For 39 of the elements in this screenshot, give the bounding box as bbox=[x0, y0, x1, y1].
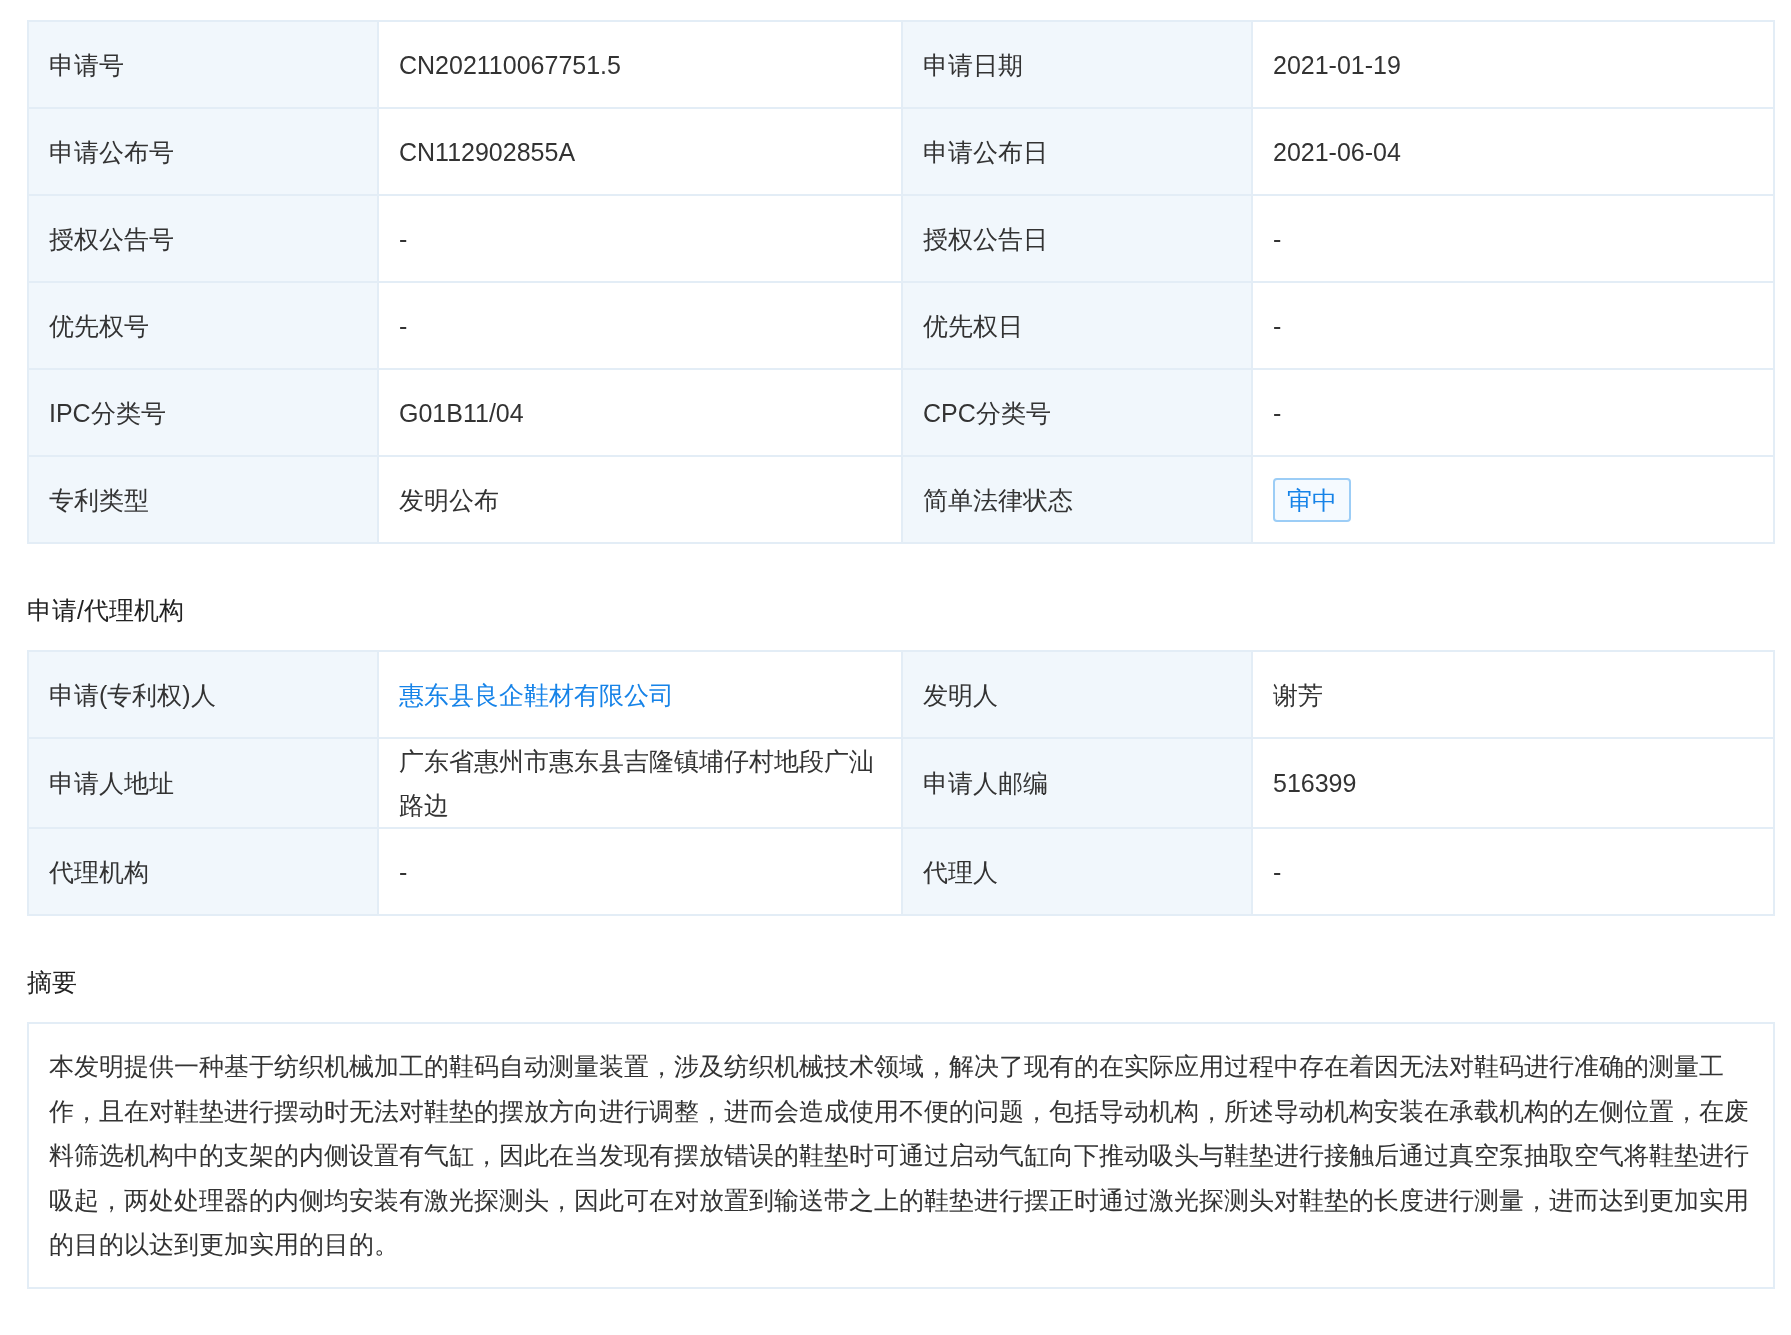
field-value: - bbox=[399, 310, 408, 342]
section-heading: 摘要 bbox=[27, 967, 78, 998]
field-value: - bbox=[1273, 223, 1282, 255]
field-label: 申请公布日 bbox=[903, 109, 1253, 196]
field-label: 代理机构 bbox=[29, 829, 379, 916]
field-label: 申请人地址 bbox=[29, 739, 379, 829]
field-label: 发明人 bbox=[903, 652, 1253, 739]
status-tag: 审中 bbox=[1273, 477, 1351, 522]
field-label: CPC分类号 bbox=[903, 370, 1253, 457]
field-label: 授权公告号 bbox=[29, 196, 379, 283]
field-value: - bbox=[1273, 310, 1282, 342]
field-label: IPC分类号 bbox=[29, 370, 379, 457]
field-label: 优先权号 bbox=[29, 283, 379, 370]
field-label: 专利类型 bbox=[29, 457, 379, 544]
field-label: 申请人邮编 bbox=[903, 739, 1253, 829]
field-value: 谢芳 bbox=[1273, 679, 1323, 711]
field-value: CN112902855A bbox=[399, 136, 576, 168]
field-label: 申请日期 bbox=[903, 22, 1253, 109]
field-label: 授权公告日 bbox=[903, 196, 1253, 283]
field-value: 516399 bbox=[1273, 768, 1357, 799]
field-value: - bbox=[399, 223, 408, 255]
field-value: G01B11/04 bbox=[399, 397, 524, 429]
field-value: 广东省惠州市惠东县吉隆镇埔仔村地段广汕路边 bbox=[399, 746, 875, 821]
section-heading: 申请/代理机构 bbox=[27, 595, 185, 626]
field-value: CN202110067751.5 bbox=[399, 49, 621, 81]
field-label: 简单法律状态 bbox=[903, 457, 1253, 544]
field-label: 申请公布号 bbox=[29, 109, 379, 196]
field-label: 优先权日 bbox=[903, 283, 1253, 370]
field-label: 申请号 bbox=[29, 22, 379, 109]
field-value: - bbox=[1273, 397, 1282, 429]
field-value: - bbox=[1273, 856, 1282, 888]
field-value: 2021-06-04 bbox=[1273, 136, 1401, 168]
applicant-link[interactable]: 惠东县良企鞋材有限公司 bbox=[399, 672, 674, 717]
abstract-text: 本发明提供一种基于纺织机械加工的鞋码自动测量装置，涉及纺织机械技术领域，解决了现有的在实际应用过程中存在着因无法对鞋码进行准确的测量工作，且在对鞋垫进行摆动时无法对鞋垫的摆放方向进行调整，进而会造成使用不便的问题，包括导动机构，所述导动机构安装在承载机构的左侧位置，在废料筛选机构中的支架的内侧设置有气缸，因此在当发现有摆放错误的鞋垫时可通过启动气缸向下推动吸头与鞋垫进行接触后通过真空泵抽取空气将鞋垫进行吸起，两处处理器的内侧均安装有激光探测头，因此可在对放置到输送带之上的鞋垫进行摆正时通过激光探测头对鞋垫的长度进行测量，进而达到更加实用的目的以达到更加实用的目的。 bbox=[49, 1051, 1750, 1260]
field-value: 发明公布 bbox=[399, 484, 499, 516]
field-label: 代理人 bbox=[903, 829, 1253, 916]
field-value: 2021-01-19 bbox=[1273, 49, 1401, 81]
field-value: - bbox=[399, 856, 408, 888]
field-label: 申请(专利权)人 bbox=[29, 652, 379, 739]
